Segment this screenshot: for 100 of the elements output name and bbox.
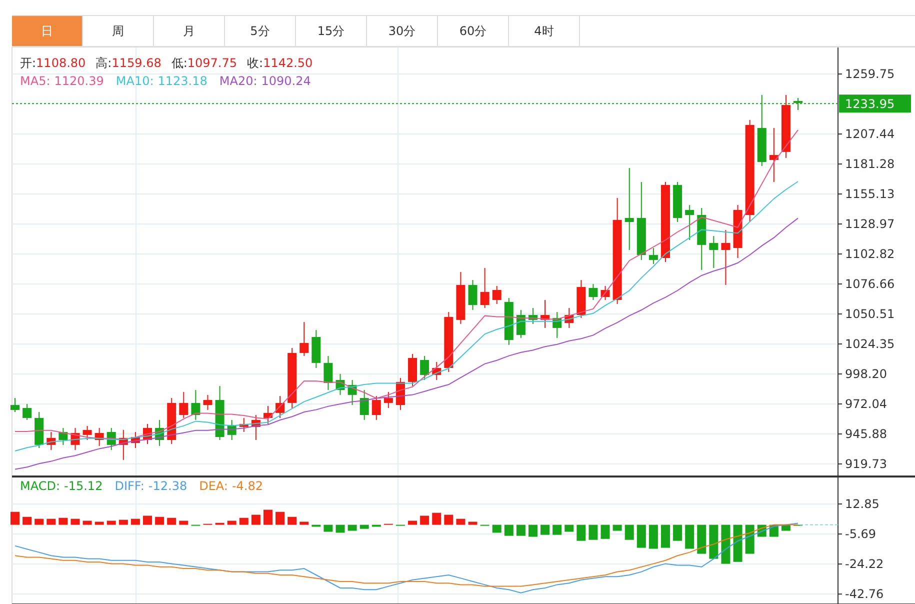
candlestick (372, 395, 381, 420)
macd-bar (312, 524, 321, 527)
candlestick (733, 204, 742, 258)
axis-tick-label: -42.76 (845, 587, 884, 602)
candlestick (360, 390, 369, 420)
macd-bar (167, 518, 176, 525)
candlestick (34, 412, 44, 449)
candlestick (82, 426, 92, 440)
macd-bar (444, 514, 454, 525)
axis-tick-label: 998.20 (845, 366, 887, 381)
macd-bar (709, 524, 718, 559)
candlestick (456, 272, 466, 324)
candlestick (143, 423, 152, 444)
candlestick (263, 405, 272, 424)
candlestick (420, 355, 430, 381)
candlestick (251, 414, 260, 440)
candlestick (288, 348, 297, 408)
candlestick (504, 298, 514, 346)
candlestick (239, 417, 248, 432)
macd-bar (733, 524, 742, 562)
macd-bar (624, 524, 634, 540)
macd-bar (408, 520, 418, 525)
macd-bar (504, 524, 514, 536)
macd-bar (227, 520, 236, 525)
candlestick (721, 230, 730, 286)
axis-tick-label: 945.88 (845, 426, 887, 441)
candlestick (600, 285, 610, 300)
macd-bar (276, 512, 285, 525)
axis-tick-label: 1050.51 (845, 306, 895, 321)
candlestick (94, 427, 104, 446)
macd-bar (432, 512, 442, 525)
macd-bar (360, 524, 369, 529)
macd-bar (528, 524, 538, 537)
candlestick (348, 380, 357, 406)
macd-bar (600, 524, 610, 539)
candlestick (22, 403, 32, 420)
macd-bar (22, 516, 32, 525)
macd-bar (70, 518, 80, 525)
macd-bar (130, 518, 140, 525)
candlestick (10, 398, 20, 412)
zero-line (800, 524, 838, 526)
axis-tick-label: 972.04 (845, 396, 887, 411)
candlestick (312, 330, 321, 368)
candlestick (227, 419, 236, 440)
candlestick (324, 355, 333, 390)
candlestick (106, 427, 116, 450)
indicator-legend: DEA: -4.82 (199, 479, 264, 493)
macd-bar (118, 520, 128, 525)
candlestick (552, 312, 562, 338)
macd-bar (263, 510, 272, 525)
macd-bar (673, 524, 682, 541)
candlestick (432, 362, 442, 381)
macd-bar (456, 518, 466, 525)
candlestick (564, 308, 574, 328)
candlestick (130, 431, 140, 449)
macd-bar (636, 524, 646, 548)
candlestick (468, 280, 478, 310)
macd-bar (661, 524, 670, 548)
candlestick (576, 280, 586, 318)
axis-tick-label: 1181.28 (845, 157, 895, 171)
axis-tick-label: 1128.97 (845, 216, 895, 231)
indicator-legend: MA20: 1090.24 (219, 74, 311, 88)
candlestick (408, 353, 418, 386)
macd-bar (564, 524, 574, 532)
macd-bar (239, 518, 248, 525)
macd-bar (468, 522, 478, 525)
macd-bar (215, 522, 224, 525)
macd-bar (721, 524, 730, 564)
candlestick (528, 308, 538, 324)
axis-tick-label: 919.73 (845, 456, 887, 471)
axis-tick-label: 1076.66 (845, 276, 895, 291)
macd-bar (300, 522, 309, 525)
macd-bar (251, 514, 260, 525)
axis-tick-label: -24.22 (845, 557, 884, 572)
candlestick (276, 395, 285, 418)
axis-tick-label: 1155.13 (845, 186, 895, 201)
candlestick (781, 94, 790, 158)
axis-tick-label: 1024.35 (845, 336, 895, 351)
candlestick (685, 204, 694, 240)
candlestick (46, 431, 56, 450)
macd-bar (372, 524, 381, 527)
macd-bar (420, 516, 430, 525)
macd-bar (588, 524, 598, 540)
macd-bar (106, 520, 116, 525)
candlestick (203, 394, 212, 410)
candlestick (480, 267, 490, 308)
current-price-tag: 1233.95 (839, 94, 911, 113)
macd-bar (324, 524, 333, 532)
macd-bar (697, 524, 706, 554)
candlestick (492, 285, 502, 304)
macd-bar (612, 524, 622, 531)
macd-bar (155, 516, 164, 525)
macd-bar (82, 520, 92, 525)
indicator-legend: MACD: -15.12 (20, 479, 103, 493)
candlestick (70, 427, 80, 450)
candlestick (540, 299, 550, 328)
macd-bar (348, 524, 357, 531)
candlestick (384, 391, 393, 408)
candlestick (215, 385, 224, 440)
ohlc-legend: 开:1108.80 高:1159.68 低:1097.75 收:1142.50 (20, 56, 313, 70)
